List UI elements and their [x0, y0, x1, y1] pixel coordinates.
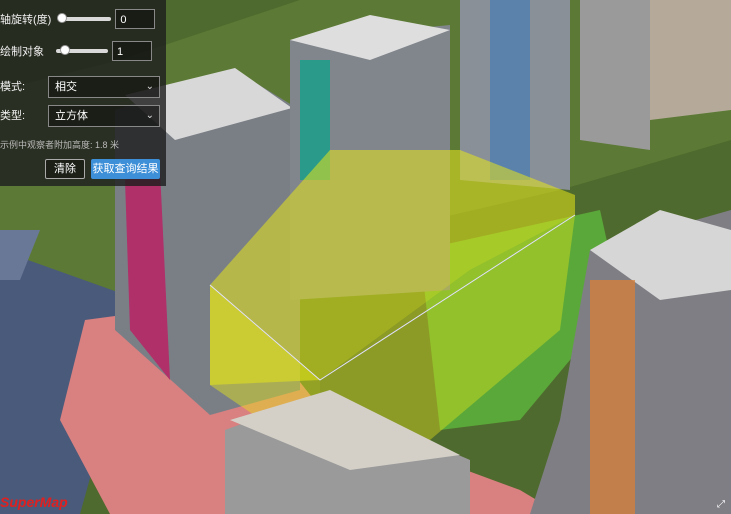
query-control-panel: 轴旋转(度) 0 绘制对象 1 模式: 相交 ⌄ 类型: 立方体 ⌄ 示例中观察…	[0, 0, 166, 186]
type-value: 立方体	[55, 110, 88, 122]
rotate-slider[interactable]	[57, 13, 112, 23]
type-row: 类型:	[0, 104, 25, 126]
clear-button[interactable]: 清除	[45, 159, 85, 179]
draw-input[interactable]: 1	[112, 41, 152, 61]
mode-select[interactable]: 相交 ⌄	[48, 76, 160, 98]
mode-row: 模式:	[0, 75, 25, 97]
rotate-label: 轴旋转(度)	[0, 14, 52, 26]
type-select[interactable]: 立方体 ⌄	[48, 105, 160, 127]
get-query-result-button[interactable]: 获取查询结果	[91, 159, 160, 179]
building-right-accent	[590, 280, 635, 514]
rotate-row: 轴旋转(度) 0	[0, 8, 156, 30]
type-label: 类型:	[0, 110, 26, 122]
building-far-right-2	[650, 0, 731, 120]
rotate-slider-knob[interactable]	[57, 13, 68, 23]
building-far-right	[580, 0, 650, 150]
chevron-down-icon: ⌄	[145, 81, 154, 92]
building-back-accent	[490, 0, 530, 180]
observer-height-hint: 示例中观察者附加高度: 1.8 米	[0, 140, 120, 150]
mode-label: 模式:	[0, 81, 26, 93]
draw-row: 绘制对象 1	[0, 40, 152, 62]
rotate-input[interactable]: 0	[115, 9, 156, 29]
logo: SuperMap	[0, 494, 68, 510]
draw-slider-knob[interactable]	[60, 45, 70, 55]
draw-label: 绘制对象	[0, 46, 44, 58]
expand-icon[interactable]: ⤢	[717, 499, 725, 510]
draw-slider[interactable]	[56, 45, 108, 55]
chevron-down-icon: ⌄	[145, 110, 154, 121]
mode-value: 相交	[55, 81, 77, 93]
